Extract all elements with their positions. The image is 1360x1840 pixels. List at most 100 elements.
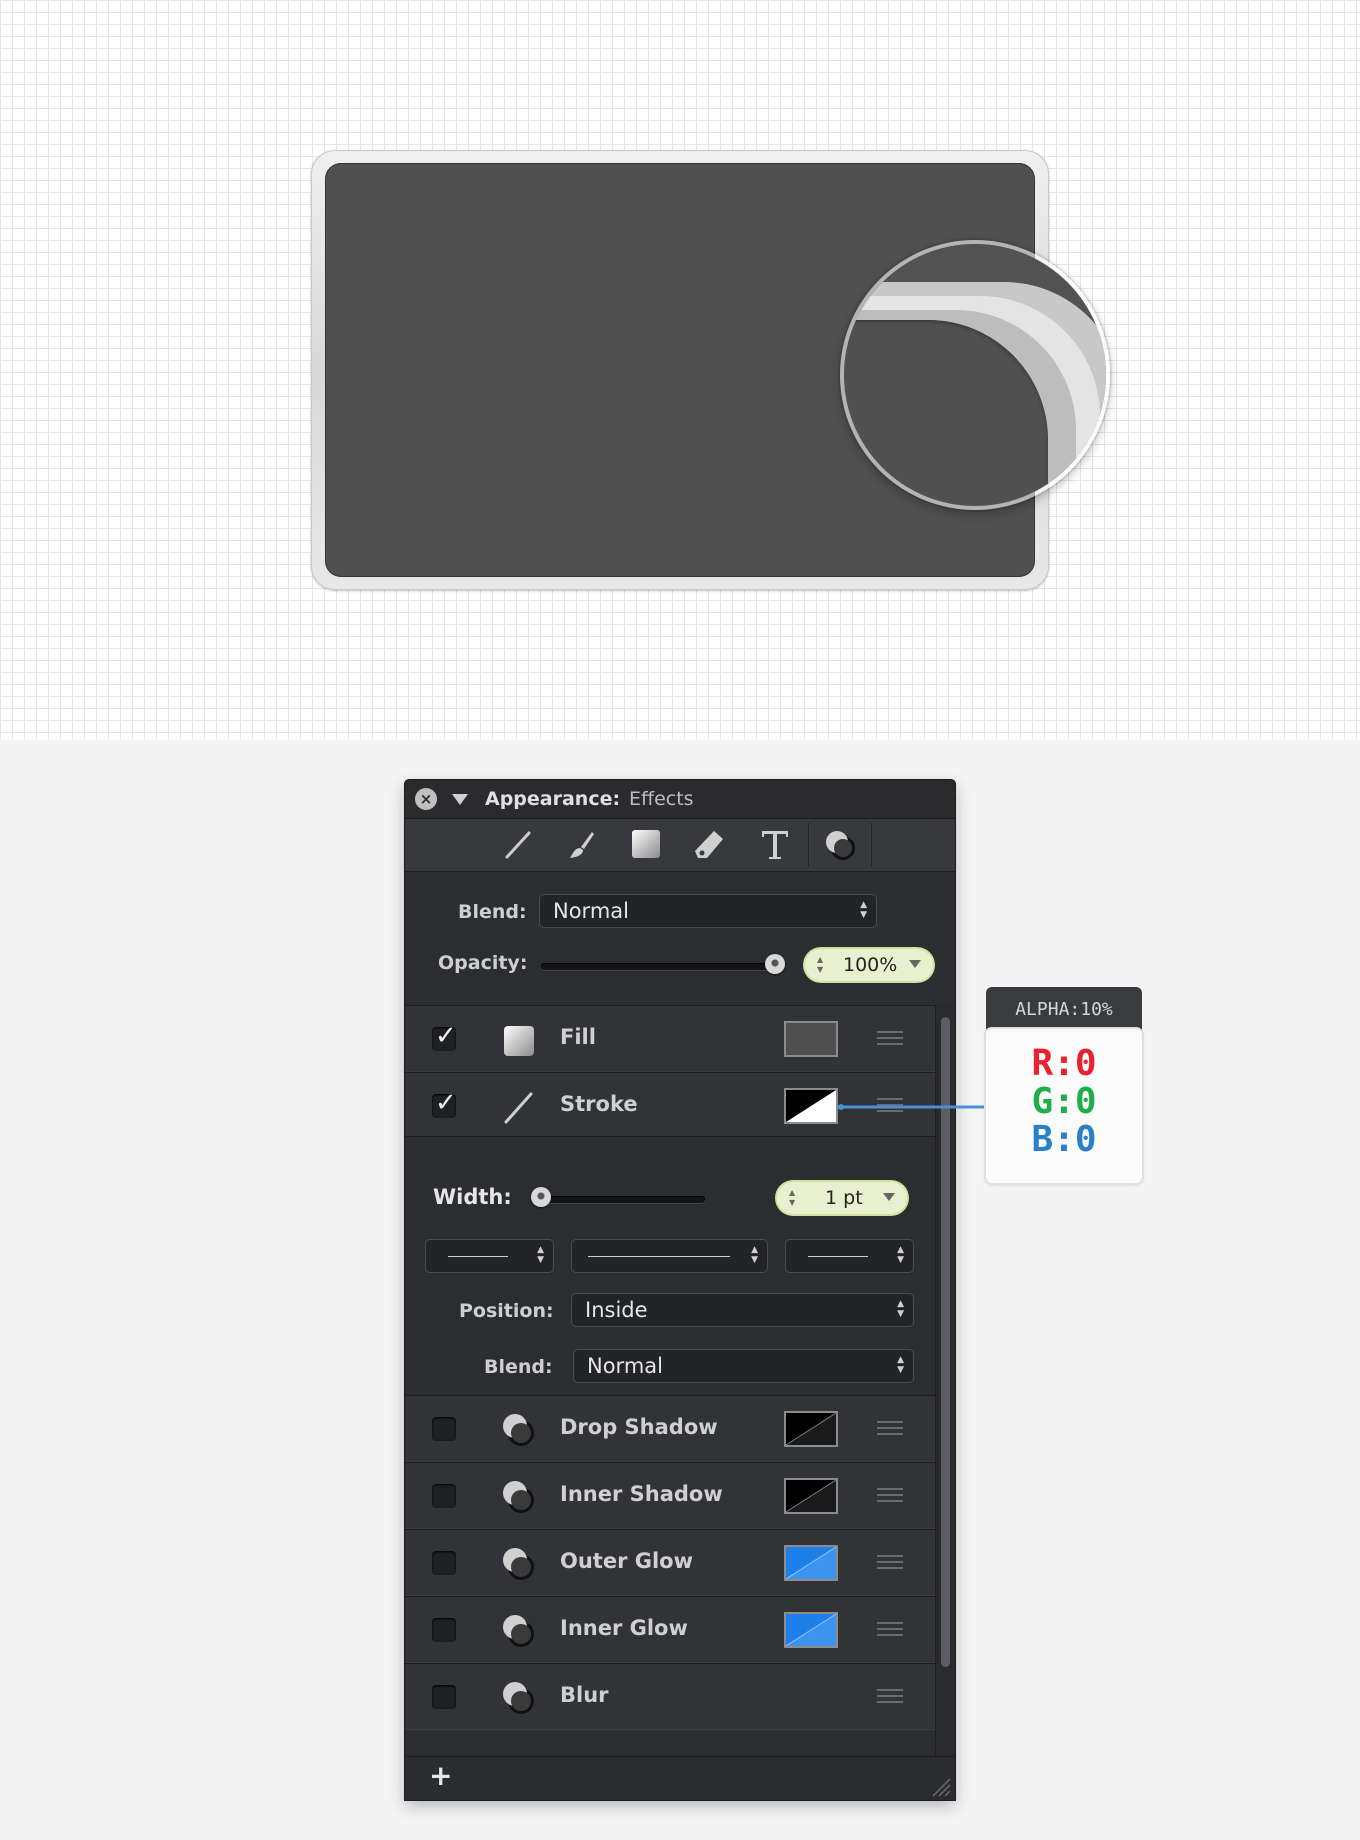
drag-handle-icon[interactable] xyxy=(877,1421,903,1435)
effects-icon xyxy=(498,1544,538,1584)
callout-red-value: R:0 xyxy=(1031,1043,1097,1084)
updown-arrows-icon: ▲ ▼ xyxy=(860,900,867,920)
resize-grip-icon[interactable] xyxy=(929,1775,951,1797)
stroke-label: Stroke xyxy=(560,1092,638,1116)
fill-tool-icon[interactable] xyxy=(627,827,665,863)
effect-row-fill[interactable]: ✓ Fill xyxy=(405,1005,935,1072)
stroke-checkbox[interactable]: ✓ xyxy=(432,1088,457,1118)
opacity-stepper[interactable]: ▲ ▼ 100% xyxy=(805,949,933,981)
scrollbar-thumb[interactable] xyxy=(941,1017,950,1667)
line-style-icon xyxy=(588,1256,730,1257)
effects-tool-icon[interactable] xyxy=(821,827,859,863)
checkmark-icon: ✓ xyxy=(435,1021,457,1051)
position-select[interactable]: Inside ▲ ▼ xyxy=(571,1293,914,1327)
appearance-panel: × Appearance: Effects Blend: Normal ▲ ▼ O… xyxy=(405,780,955,1800)
effects-icon xyxy=(498,1477,538,1517)
panel-titlebar[interactable]: × Appearance: Effects xyxy=(405,780,955,819)
stroke-icon xyxy=(498,1087,538,1127)
position-select-value: Inside xyxy=(585,1298,648,1322)
toolbar-divider xyxy=(808,823,809,867)
dropdown-arrow-icon[interactable] xyxy=(883,1193,895,1201)
magnifier-loupe xyxy=(840,240,1110,510)
panel-title: Appearance: xyxy=(485,788,621,810)
panel-subtitle: Effects xyxy=(629,788,694,810)
dropdown-arrow-icon[interactable] xyxy=(909,960,921,968)
width-slider-knob[interactable] xyxy=(531,1187,551,1207)
opacity-slider-knob[interactable] xyxy=(765,954,785,974)
stroke-blend-label: Blend: xyxy=(484,1356,553,1378)
opacity-slider-track[interactable] xyxy=(541,963,779,970)
updown-arrows-icon: ▲ ▼ xyxy=(897,1299,904,1319)
effects-icon xyxy=(498,1410,538,1450)
blur-checkbox[interactable] xyxy=(432,1685,456,1709)
line-tool-icon[interactable] xyxy=(499,827,537,863)
stepper-arrows-icon[interactable]: ▲ ▼ xyxy=(817,955,823,975)
blur-label: Blur xyxy=(560,1683,609,1707)
text-tool-icon[interactable] xyxy=(756,827,794,863)
panel-toolbar xyxy=(405,819,955,872)
drop-shadow-color-swatch[interactable] xyxy=(784,1411,838,1447)
stroke-blend-value: Normal xyxy=(587,1354,663,1378)
brush-tool-icon[interactable] xyxy=(563,827,601,863)
drag-handle-icon[interactable] xyxy=(877,1488,903,1502)
callout-alpha: ALPHA:10% xyxy=(986,987,1142,1033)
opacity-label: Opacity: xyxy=(438,952,528,974)
updown-arrows-icon: ▲ ▼ xyxy=(751,1245,758,1265)
callout-connector xyxy=(838,1104,986,1110)
effect-row-blur[interactable]: Blur xyxy=(405,1663,935,1730)
effects-icon xyxy=(498,1678,538,1718)
stroke-blend-select[interactable]: Normal ▲ ▼ xyxy=(573,1349,914,1383)
fill-color-swatch[interactable] xyxy=(784,1021,838,1057)
effect-row-inner-shadow[interactable]: Inner Shadow xyxy=(405,1462,935,1529)
outer-glow-checkbox[interactable] xyxy=(432,1551,456,1575)
inner-glow-color-swatch[interactable] xyxy=(784,1612,838,1648)
updown-arrows-icon: ▲ ▼ xyxy=(897,1245,904,1265)
scrollbar[interactable] xyxy=(935,1005,955,1755)
eraser-tool-icon[interactable] xyxy=(690,827,728,863)
width-label: Width: xyxy=(433,1185,512,1209)
fill-icon xyxy=(498,1020,538,1060)
drop-shadow-checkbox[interactable] xyxy=(432,1417,456,1441)
width-value[interactable]: 1 pt xyxy=(825,1187,863,1209)
panel-footer: + xyxy=(405,1756,955,1800)
fill-checkbox[interactable]: ✓ xyxy=(432,1021,457,1051)
stroke-dash-select[interactable]: ▲ ▼ xyxy=(571,1239,768,1273)
inner-shadow-checkbox[interactable] xyxy=(432,1484,456,1508)
drag-handle-icon[interactable] xyxy=(877,1555,903,1569)
callout-rgb: R:0 G:0 B:0 xyxy=(986,1029,1142,1183)
effects-icon xyxy=(498,1611,538,1651)
line-style-icon xyxy=(808,1256,868,1257)
callout-green-value: G:0 xyxy=(1031,1081,1097,1122)
blend-select-value: Normal xyxy=(553,899,629,923)
checkmark-icon: ✓ xyxy=(435,1088,457,1118)
toolbar-divider xyxy=(871,823,872,867)
position-label: Position: xyxy=(459,1300,554,1322)
outer-glow-color-swatch[interactable] xyxy=(784,1545,838,1581)
updown-arrows-icon: ▲ ▼ xyxy=(897,1355,904,1375)
opacity-value[interactable]: 100% xyxy=(843,954,897,976)
width-slider-track[interactable] xyxy=(537,1196,705,1203)
design-canvas[interactable] xyxy=(0,0,1360,740)
inner-shadow-label: Inner Shadow xyxy=(560,1482,723,1506)
drag-handle-icon[interactable] xyxy=(877,1622,903,1636)
line-style-icon xyxy=(448,1256,508,1257)
close-icon[interactable]: × xyxy=(415,788,437,810)
stroke-start-cap-select[interactable]: ▲ ▼ xyxy=(425,1239,554,1273)
add-effect-button[interactable]: + xyxy=(429,1759,452,1792)
collapse-triangle-icon[interactable] xyxy=(452,794,468,805)
drag-handle-icon[interactable] xyxy=(877,1689,903,1703)
blend-select[interactable]: Normal ▲ ▼ xyxy=(539,894,877,928)
stroke-end-cap-select[interactable]: ▲ ▼ xyxy=(785,1239,914,1273)
inner-glow-label: Inner Glow xyxy=(560,1616,688,1640)
inner-shadow-color-swatch[interactable] xyxy=(784,1478,838,1514)
stroke-color-swatch[interactable] xyxy=(784,1088,838,1124)
callout-blue-value: B:0 xyxy=(1031,1119,1097,1160)
effect-row-outer-glow[interactable]: Outer Glow xyxy=(405,1529,935,1596)
blend-label: Blend: xyxy=(458,901,527,923)
effect-row-drop-shadow[interactable]: Drop Shadow xyxy=(405,1395,935,1462)
stepper-arrows-icon[interactable]: ▲ ▼ xyxy=(789,1188,795,1208)
width-stepper[interactable]: ▲ ▼ 1 pt xyxy=(777,1182,907,1214)
drag-handle-icon[interactable] xyxy=(877,1031,903,1045)
effect-row-inner-glow[interactable]: Inner Glow xyxy=(405,1596,935,1663)
inner-glow-checkbox[interactable] xyxy=(432,1618,456,1642)
